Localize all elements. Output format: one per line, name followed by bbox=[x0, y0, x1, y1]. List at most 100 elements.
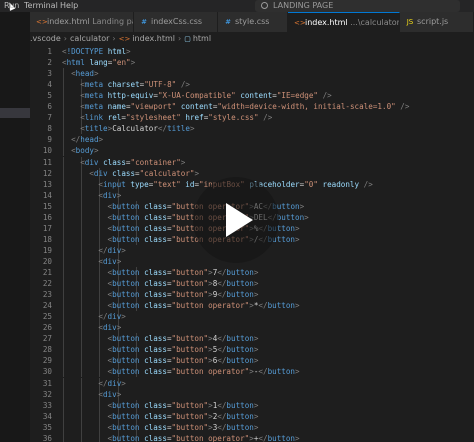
code-token: name bbox=[107, 102, 126, 112]
indent-guide bbox=[99, 410, 101, 422]
code-line[interactable]: 7 <link rel="stylesheet" href="style.css"… bbox=[30, 112, 474, 124]
line-number: 35 bbox=[42, 422, 52, 432]
indent-guide bbox=[63, 123, 64, 135]
breadcrumb-item-file[interactable]: index.html bbox=[132, 34, 175, 43]
code-text: <title>Calculator</title> bbox=[80, 123, 194, 134]
code-line[interactable]: 10 <body> bbox=[30, 145, 474, 157]
indent-guide bbox=[81, 300, 83, 312]
indent-guide bbox=[99, 421, 101, 433]
menu-help[interactable]: Help bbox=[60, 0, 78, 12]
code-line[interactable]: 22 <button class="button">8</button> bbox=[30, 278, 474, 290]
code-token: meta bbox=[84, 91, 104, 101]
command-center-search[interactable]: LANDING PAGE bbox=[255, 0, 460, 12]
indent-guide bbox=[63, 222, 64, 234]
indent-guide bbox=[63, 344, 64, 356]
code-token: class bbox=[144, 400, 167, 410]
code-line[interactable]: 11 <div class="container"> bbox=[30, 156, 474, 168]
code-line[interactable]: 29 <button class="button">6</button> bbox=[30, 355, 474, 367]
code-line[interactable]: 34 <button class="button">2</button> bbox=[30, 410, 474, 422]
code-line[interactable]: 31 </div> bbox=[30, 377, 474, 389]
code-token: > bbox=[253, 279, 259, 289]
code-line[interactable]: 25 </div> bbox=[30, 311, 474, 323]
indent-guide bbox=[63, 134, 64, 146]
indent-guide bbox=[63, 101, 64, 113]
tab-script-js[interactable]: JS script.js bbox=[400, 12, 474, 32]
code-token: > bbox=[121, 312, 126, 322]
code-token: </ bbox=[98, 378, 108, 388]
code-line[interactable]: 1 <!DOCTYPE html> bbox=[30, 46, 474, 57]
code-line[interactable]: 23 <button class="button">9</button> bbox=[30, 289, 474, 301]
indent-guide bbox=[99, 289, 101, 301]
code-token: "button" bbox=[171, 345, 209, 355]
code-line[interactable]: 8 <title>Calculator</title> bbox=[30, 123, 474, 135]
sidebar-selected-item[interactable] bbox=[0, 108, 30, 118]
code-text: <button class="button">4</button> bbox=[108, 333, 259, 344]
code-line[interactable]: 32 <div> bbox=[30, 388, 474, 400]
code-line[interactable]: 5 <meta http-equiv="X-UA-Compatible" cont… bbox=[30, 90, 474, 102]
code-token: button bbox=[276, 212, 305, 222]
video-play-button[interactable] bbox=[193, 177, 279, 263]
code-token: "stylesheet" bbox=[125, 113, 181, 123]
code-line[interactable]: 27 <button class="button">4</button> bbox=[30, 333, 474, 345]
code-line[interactable]: 35 <button class="button">3</button> bbox=[30, 421, 474, 433]
line-number: 18 bbox=[42, 234, 52, 244]
code-line[interactable]: 9 </head> bbox=[30, 134, 474, 146]
code-token: meta bbox=[84, 102, 104, 112]
code-line[interactable]: 12 <div class="calculator"> bbox=[30, 167, 474, 179]
code-token: class bbox=[144, 201, 167, 211]
indent-guide bbox=[99, 233, 101, 245]
breadcrumb-item-vscode[interactable]: .vscode bbox=[30, 34, 61, 43]
indent-guide bbox=[63, 399, 64, 411]
indent-guide bbox=[63, 388, 64, 400]
code-token: > bbox=[98, 135, 104, 145]
tab-indexcss-css[interactable]: # indexCss.css bbox=[134, 12, 218, 32]
code-token: button bbox=[226, 356, 254, 366]
code-line[interactable]: 6 <meta name="viewport" content="width=de… bbox=[30, 101, 474, 113]
code-line[interactable]: 36 <button class="button operator">+</but… bbox=[30, 432, 474, 442]
code-token: > bbox=[253, 422, 259, 432]
indent-guide bbox=[63, 244, 64, 256]
code-line[interactable]: 24 <button class="button operator">*</but… bbox=[30, 300, 474, 312]
breadcrumb-item-calculator[interactable]: calculator bbox=[70, 34, 109, 43]
code-line[interactable]: 30 <button class="button operator">-</but… bbox=[30, 366, 474, 378]
indent-guide bbox=[63, 79, 64, 91]
tab-description: ...\calculator bbox=[350, 18, 400, 27]
code-token: > bbox=[130, 58, 136, 68]
code-text: <meta charset="UTF-8" /> bbox=[80, 79, 190, 90]
tab-style-css[interactable]: # style.css bbox=[218, 12, 288, 32]
code-token: meta bbox=[84, 80, 104, 90]
line-number: 33 bbox=[42, 400, 52, 410]
indent-guide bbox=[81, 222, 83, 234]
tab-label: indexCss.css bbox=[151, 17, 203, 26]
tab-index-html-landing[interactable]: <>index.html Landing page 1 bbox=[30, 12, 134, 32]
code-line[interactable]: 33 <button class="button">1</button> bbox=[30, 399, 474, 411]
indent-guide bbox=[63, 189, 64, 201]
code-line[interactable]: 4 <meta charset="UTF-8" /> bbox=[30, 79, 474, 91]
code-token: > bbox=[295, 367, 300, 377]
code-token: </ bbox=[157, 124, 168, 134]
tab-label: index.html bbox=[47, 17, 90, 26]
code-token: div bbox=[107, 312, 122, 322]
menu-terminal[interactable]: Terminal bbox=[24, 0, 58, 12]
code-token: div bbox=[107, 245, 122, 255]
code-line[interactable]: 2 <html lang="en"> bbox=[30, 57, 474, 68]
code-token: > bbox=[194, 168, 200, 178]
code-token: </ bbox=[258, 301, 268, 311]
code-line[interactable]: 26 <div> bbox=[30, 322, 474, 334]
code-token: button bbox=[267, 433, 296, 442]
code-line[interactable]: 3 <head> bbox=[30, 68, 474, 80]
code-text: </div> bbox=[98, 311, 125, 322]
code-token: "width=device-width, initial-scale=1.0" bbox=[217, 102, 396, 112]
code-line[interactable]: 21 <button class="button">7</button> bbox=[30, 267, 474, 278]
indent-guide bbox=[81, 311, 83, 323]
line-number: 27 bbox=[42, 334, 52, 344]
code-line[interactable]: 28 <button class="button">5</button> bbox=[30, 344, 474, 356]
breadcrumb-item-symbol[interactable]: html bbox=[193, 34, 211, 43]
code-token: div bbox=[93, 168, 108, 178]
tab-bar: <>index.html Landing page 1 #indexCss.cs… bbox=[30, 12, 474, 32]
code-token: "button" bbox=[171, 290, 209, 300]
menu-run[interactable]: Run bbox=[4, 0, 19, 12]
indent-guide bbox=[63, 211, 64, 223]
tab-index-html-calculator[interactable]: <>index.html ...\calculator bbox=[288, 12, 400, 32]
indent-guide bbox=[63, 410, 64, 422]
